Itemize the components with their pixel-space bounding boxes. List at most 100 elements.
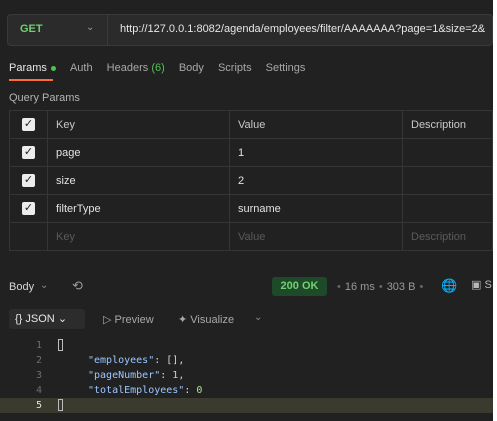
active-tab-indicator xyxy=(9,79,53,81)
param-checkbox[interactable]: ✓ xyxy=(22,202,35,215)
visualize-icon: ✦ xyxy=(178,314,188,326)
format-json-dropdown[interactable]: {} JSON ⌄ xyxy=(9,309,85,329)
globe-icon[interactable]: 🌐 xyxy=(441,278,457,294)
json-key: "pageNumber" xyxy=(88,370,161,381)
tab-settings[interactable]: Settings xyxy=(266,62,306,74)
param-value[interactable]: surname xyxy=(229,194,403,223)
row-check-cell: ✓ xyxy=(9,138,48,167)
play-icon: ▷ xyxy=(103,314,112,326)
history-icon[interactable]: ⟲ xyxy=(72,278,83,294)
code-line: 1 xyxy=(0,338,493,353)
chevron-down-icon: ⌄ xyxy=(57,313,68,325)
json-key: "employees" xyxy=(88,355,155,366)
row-check-cell xyxy=(9,222,48,251)
tab-params[interactable]: Params xyxy=(9,62,56,74)
table-row: ✓ page 1 xyxy=(9,138,493,167)
json-value: 0 xyxy=(196,385,203,396)
new-value-placeholder[interactable]: Value xyxy=(229,222,403,251)
param-key[interactable]: size xyxy=(47,166,230,195)
line-number: 3 xyxy=(35,370,42,381)
select-all-checkbox[interactable]: ✓ xyxy=(22,118,35,131)
request-url-bar: GET ⌄ http://127.0.0.1:8082/agenda/emplo… xyxy=(7,14,493,46)
response-time: 16 ms xyxy=(344,281,375,293)
param-value[interactable]: 2 xyxy=(229,166,403,195)
format-bar: {} JSON ⌄ ▷ Preview ✦ Visualize ⌄ xyxy=(0,308,493,330)
visualize-button[interactable]: ✦ Visualize xyxy=(178,313,234,326)
new-description-placeholder[interactable]: Description xyxy=(402,222,493,251)
chevron-down-icon[interactable]: ⌄ xyxy=(254,312,262,323)
params-active-dot xyxy=(50,65,56,71)
tab-headers-label: Headers xyxy=(106,62,149,74)
param-description[interactable] xyxy=(402,166,493,195)
window-edge xyxy=(493,0,497,421)
response-body-code[interactable]: 1 2 "employees": [], 3 "pageNumber": 1, … xyxy=(0,338,493,421)
json-key: "totalEmployees" xyxy=(88,385,185,396)
header-check-cell: ✓ xyxy=(9,110,48,139)
param-checkbox[interactable]: ✓ xyxy=(22,174,35,187)
code-line: 4 "totalEmployees": 0 xyxy=(0,383,493,398)
code-text: "employees": [], xyxy=(88,355,185,366)
line-number: 1 xyxy=(35,340,42,351)
json-value: [], xyxy=(166,355,185,366)
param-key[interactable]: page xyxy=(47,138,230,167)
header-description: Description xyxy=(402,110,493,139)
code-line: 2 "employees": [], xyxy=(0,353,493,368)
postman-window: GET ⌄ http://127.0.0.1:8082/agenda/emplo… xyxy=(0,0,493,421)
query-params-table: ✓ Key Value Description ✓ page 1 ✓ size … xyxy=(9,110,493,251)
line-number: 4 xyxy=(35,385,42,396)
code-text xyxy=(58,398,63,413)
separator-dot: • xyxy=(419,281,424,293)
code-text: "totalEmployees": 0 xyxy=(88,385,203,396)
code-text: "pageNumber": 1, xyxy=(88,370,185,381)
close-brace-marker xyxy=(58,399,63,411)
tab-params-label: Params xyxy=(9,62,47,74)
query-params-title: Query Params xyxy=(9,92,80,104)
url-input[interactable]: http://127.0.0.1:8082/agenda/employees/f… xyxy=(120,23,492,35)
response-meta: • 16 ms • 303 B • xyxy=(333,281,427,293)
response-body-dropdown[interactable]: Body xyxy=(9,281,34,293)
code-text xyxy=(58,338,63,353)
format-json-label: {} JSON xyxy=(15,313,55,325)
method-select[interactable]: GET ⌄ xyxy=(8,15,108,45)
table-header-row: ✓ Key Value Description xyxy=(9,110,493,139)
table-row: ✓ filterType surname xyxy=(9,194,493,223)
preview-label: Preview xyxy=(114,314,154,326)
tab-auth[interactable]: Auth xyxy=(70,62,93,74)
save-label: S xyxy=(484,279,492,291)
open-brace-marker xyxy=(58,339,63,351)
response-size: 303 B xyxy=(386,281,416,293)
chevron-down-icon: ⌄ xyxy=(86,22,95,33)
header-key: Key xyxy=(47,110,230,139)
param-description[interactable] xyxy=(402,138,493,167)
row-check-cell: ✓ xyxy=(9,166,48,195)
status-badge: 200 OK xyxy=(272,277,327,296)
response-bar: Body ⌄ ⟲ 200 OK • 16 ms • 303 B • 🌐 ▣ S xyxy=(0,276,493,298)
header-value: Value xyxy=(229,110,403,139)
separator-dot: • xyxy=(378,281,383,293)
tab-headers[interactable]: Headers (6) xyxy=(107,62,165,74)
param-checkbox[interactable]: ✓ xyxy=(22,146,35,159)
new-key-placeholder[interactable]: Key xyxy=(47,222,230,251)
new-param-row: Key Value Description xyxy=(9,222,493,251)
param-key[interactable]: filterType xyxy=(47,194,230,223)
row-check-cell: ✓ xyxy=(9,194,48,223)
line-number: 5 xyxy=(35,400,42,411)
tab-body[interactable]: Body xyxy=(179,62,204,74)
save-icon: ▣ xyxy=(471,279,482,291)
json-value: 1, xyxy=(172,370,185,381)
headers-count: (6) xyxy=(151,62,165,74)
code-line-highlighted: 5 xyxy=(0,398,493,413)
method-label: GET xyxy=(20,23,43,35)
preview-button[interactable]: ▷ Preview xyxy=(103,313,154,326)
request-tabs: Params Auth Headers (6) Body Scripts Set… xyxy=(9,62,316,78)
code-line: 3 "pageNumber": 1, xyxy=(0,368,493,383)
param-value[interactable]: 1 xyxy=(229,138,403,167)
line-number: 2 xyxy=(35,355,42,366)
tab-scripts[interactable]: Scripts xyxy=(218,62,252,74)
chevron-down-icon[interactable]: ⌄ xyxy=(40,280,48,291)
save-response-button[interactable]: ▣ S xyxy=(471,278,492,291)
separator-dot: • xyxy=(337,281,341,293)
param-description[interactable] xyxy=(402,194,493,223)
visualize-label: Visualize xyxy=(190,314,235,326)
table-row: ✓ size 2 xyxy=(9,166,493,195)
